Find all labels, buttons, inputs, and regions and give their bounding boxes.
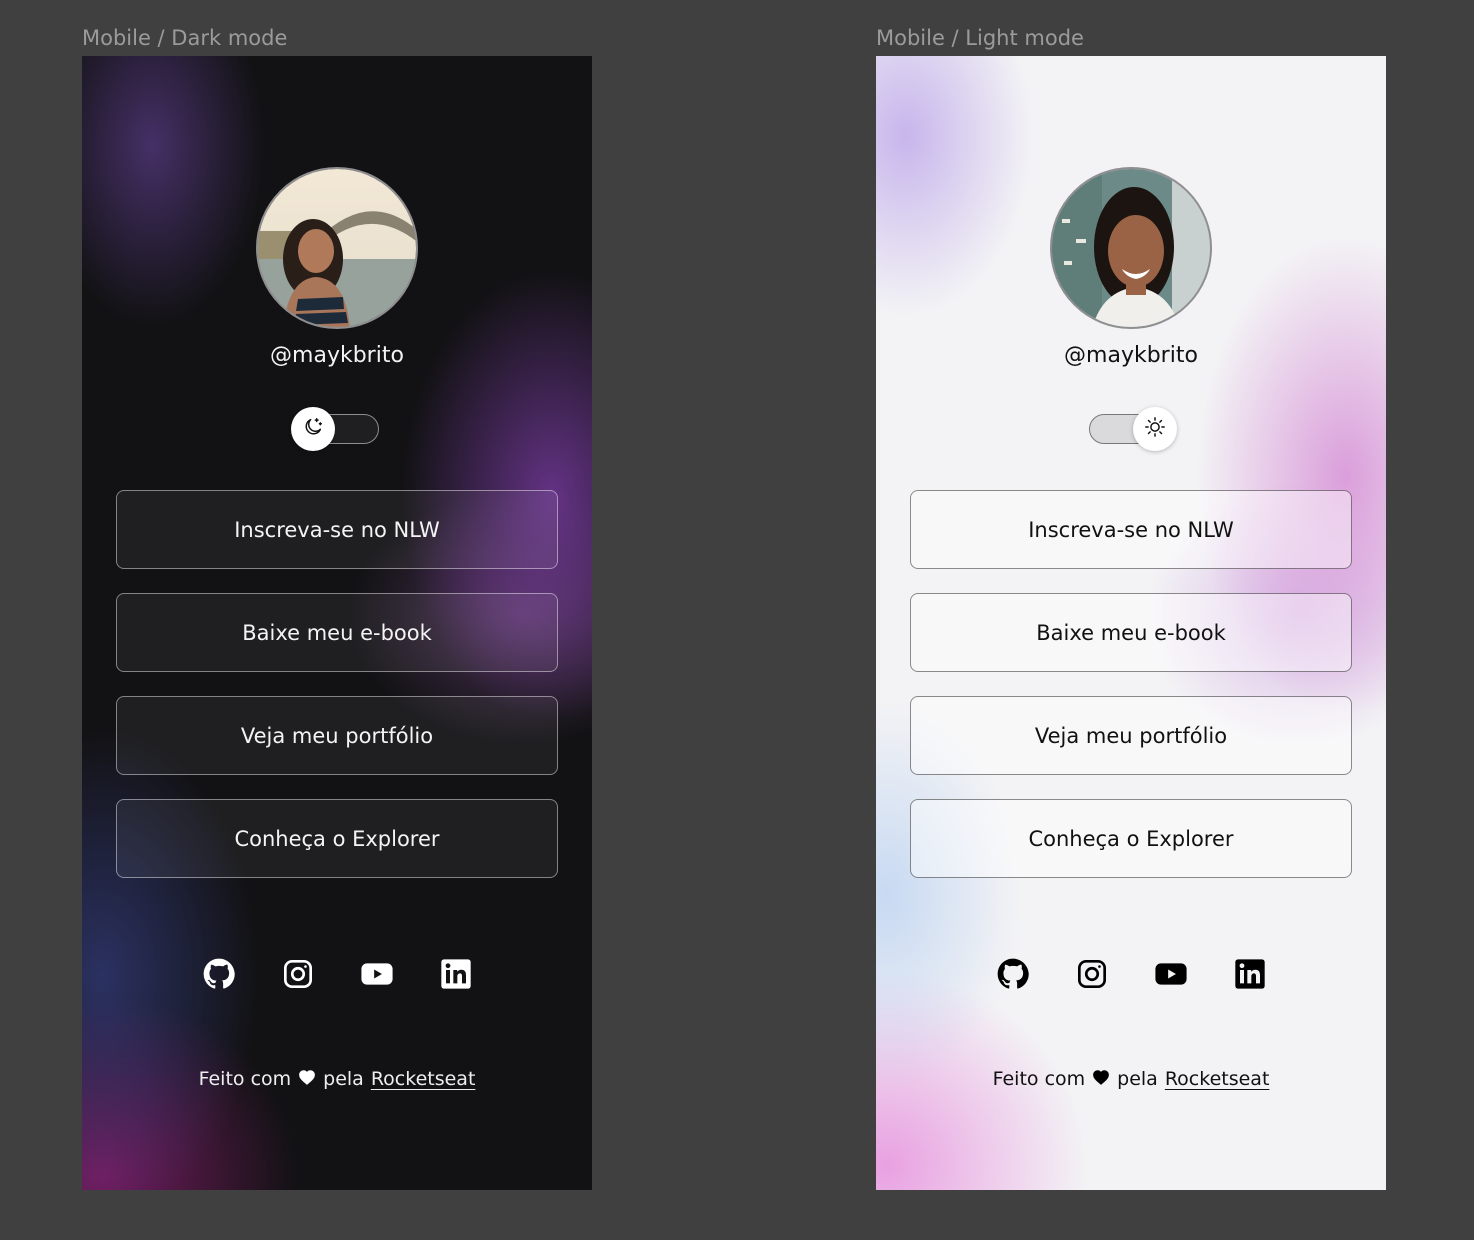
username-handle: @maykbrito	[270, 343, 404, 368]
link-button-portfolio[interactable]: Veja meu portfólio	[910, 696, 1352, 775]
sun-icon	[1144, 416, 1166, 442]
footer-suffix: pela	[323, 1068, 364, 1090]
avatar	[1050, 167, 1212, 329]
frame-label-dark: Mobile / Dark mode	[82, 26, 288, 50]
footer: Feito com pela Rocketseat	[199, 1068, 476, 1090]
username-handle: @maykbrito	[1064, 343, 1198, 368]
mobile-frame-dark: @maykbrito Inscreva-se no NLW Baixe meu …	[82, 56, 592, 1190]
link-button-portfolio[interactable]: Veja meu portfólio	[116, 696, 558, 775]
link-button-explorer[interactable]: Conheça o Explorer	[116, 799, 558, 878]
github-icon[interactable]	[996, 957, 1030, 991]
frame-label-light: Mobile / Light mode	[876, 26, 1084, 50]
toggle-knob[interactable]	[291, 407, 335, 451]
youtube-icon[interactable]	[1154, 957, 1188, 991]
instagram-icon[interactable]	[281, 957, 315, 991]
link-button-ebook[interactable]: Baixe meu e-book	[910, 593, 1352, 672]
footer: Feito com pela Rocketseat	[993, 1068, 1270, 1090]
linkedin-icon[interactable]	[1233, 957, 1267, 991]
theme-toggle[interactable]	[1087, 407, 1177, 451]
instagram-icon[interactable]	[1075, 957, 1109, 991]
link-button-nlw[interactable]: Inscreva-se no NLW	[116, 490, 558, 569]
rocketseat-link[interactable]: Rocketseat	[1165, 1068, 1270, 1090]
heart-icon	[1092, 1068, 1110, 1090]
link-button-nlw[interactable]: Inscreva-se no NLW	[910, 490, 1352, 569]
footer-suffix: pela	[1117, 1068, 1158, 1090]
youtube-icon[interactable]	[360, 957, 394, 991]
heart-icon	[298, 1068, 316, 1090]
footer-prefix: Feito com	[992, 1068, 1086, 1090]
rocketseat-link[interactable]: Rocketseat	[371, 1068, 476, 1090]
footer-prefix: Feito com	[198, 1068, 292, 1090]
theme-toggle[interactable]	[291, 407, 381, 451]
link-button-ebook[interactable]: Baixe meu e-book	[116, 593, 558, 672]
moon-icon	[302, 416, 324, 442]
mobile-frame-light: @maykbrito Inscreva-se no NLW Baixe meu …	[876, 56, 1386, 1190]
toggle-knob[interactable]	[1133, 407, 1177, 451]
avatar	[256, 167, 418, 329]
github-icon[interactable]	[202, 957, 236, 991]
link-button-explorer[interactable]: Conheça o Explorer	[910, 799, 1352, 878]
linkedin-icon[interactable]	[439, 957, 473, 991]
